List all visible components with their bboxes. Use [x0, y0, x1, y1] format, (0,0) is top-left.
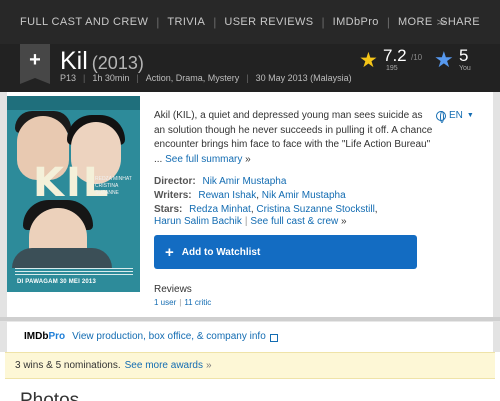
page-title: Kil (2013)	[60, 47, 144, 76]
user-reviews-link[interactable]: 1 user	[154, 298, 176, 307]
credits-divider: |	[244, 216, 248, 227]
imdbpro-logo: IMDbPro	[24, 331, 65, 342]
nav-user-reviews[interactable]: USER REVIEWS	[224, 16, 313, 28]
language-label: EN	[449, 110, 463, 121]
reviews-section: Reviews 1 user | 11 critic	[154, 284, 211, 307]
raquo: »	[206, 360, 212, 371]
ribbon-notch	[20, 78, 50, 84]
star-link[interactable]: Cristina Suzanne Stockstill	[256, 204, 374, 215]
nav-imdbpro[interactable]: IMDbPro	[333, 16, 379, 28]
nav-full-cast[interactable]: FULL CAST AND CREW	[20, 16, 148, 28]
imdbpro-logo-a: IMDb	[24, 331, 49, 342]
meta-divider: |	[136, 73, 139, 83]
user-star-icon: ★	[434, 47, 454, 72]
poster-figure	[12, 248, 112, 268]
certificate: P13	[60, 73, 77, 83]
page-edge	[0, 92, 7, 352]
writers-label: Writers:	[154, 190, 192, 201]
imdbpro-logo-b: Pro	[48, 331, 66, 342]
reviews-heading: Reviews	[154, 284, 192, 295]
imdbpro-link[interactable]: View production, box office, & company i…	[72, 331, 266, 342]
rating-votes: 195	[386, 65, 398, 72]
poster-cast-names: REDZA MINHAT CRISTINA SUZANNE	[95, 176, 132, 196]
star-link[interactable]: Redza Minhat	[189, 204, 251, 215]
meta-divider: |	[83, 73, 86, 83]
critic-reviews-link[interactable]: 11 critic	[184, 298, 211, 307]
director-label: Director:	[154, 176, 196, 187]
star-link[interactable]: Harun Salim Bachik	[154, 216, 242, 227]
plot-summary: Akil (KIL), a quiet and depressed young …	[154, 109, 436, 167]
genres[interactable]: Action, Drama, Mystery	[146, 73, 240, 83]
raquo: »	[245, 153, 251, 165]
stars-label: Stars:	[154, 204, 183, 215]
external-link-icon	[269, 333, 278, 342]
see-full-summary-link[interactable]: See full summary	[165, 154, 242, 165]
add-to-watchlist-button[interactable]: + Add to Watchlist	[154, 235, 417, 269]
poster-release-text: DI PAWAGAM 30 MEI 2013	[17, 279, 96, 285]
director-link[interactable]: Nik Amir Mustapha	[202, 176, 286, 187]
title-bar: + Kil (2013) P13 | 1h 30min | Action, Dra…	[0, 44, 500, 92]
stars-row-continued: Harun Salim Bachik | See full cast & crew …	[154, 216, 347, 227]
globe-icon	[436, 110, 446, 123]
add-to-watchlist-ribbon[interactable]: +	[20, 44, 50, 84]
imdb-rating[interactable]: ★ 7.2 /10 195	[359, 46, 429, 76]
nav-divider: |	[386, 15, 390, 29]
star-icon: ★	[359, 49, 378, 72]
writer-link[interactable]: Nik Amir Mustapha	[262, 190, 346, 201]
director-row: Director: Nik Amir Mustapha	[154, 176, 286, 187]
user-rating[interactable]: ★ 5 You	[434, 46, 484, 76]
nav-divider: |	[156, 15, 160, 29]
imdbpro-row: IMDbPro View production, box office, & c…	[7, 321, 493, 351]
watchlist-label: Add to Watchlist	[181, 246, 261, 258]
stars-row: Stars: Redza Minhat, Cristina Suzanne St…	[154, 204, 378, 215]
writer-link[interactable]: Rewan Ishak	[198, 190, 256, 201]
see-full-cast-link[interactable]: See full cast & crew	[250, 216, 338, 227]
meta-divider: |	[246, 73, 249, 83]
share-button[interactable]: SHARE	[440, 16, 480, 28]
nav-trivia[interactable]: TRIVIA	[167, 16, 205, 28]
release-date[interactable]: 30 May 2013 (Malaysia)	[256, 73, 352, 83]
movie-title: Kil	[60, 47, 88, 75]
reviews-divider: |	[179, 298, 182, 307]
title-meta: P13 | 1h 30min | Action, Drama, Mystery …	[60, 73, 352, 83]
plus-icon: +	[29, 49, 41, 71]
language-selector[interactable]: EN ▼	[436, 110, 474, 123]
nav-divider: |	[213, 15, 217, 29]
plus-icon: +	[165, 243, 174, 261]
photos-heading: Photos	[20, 390, 80, 401]
writers-row: Writers: Rewan Ishak, Nik Amir Mustapha	[154, 190, 346, 201]
poster-header-strip	[7, 96, 140, 110]
raquo: »	[341, 216, 347, 227]
awards-text: 3 wins & 5 nominations.	[15, 360, 121, 371]
review-counts: 1 user | 11 critic	[154, 298, 211, 307]
caret-down-icon: ▼	[466, 112, 474, 119]
page-edge	[493, 92, 500, 352]
user-rating-value: 5	[459, 46, 469, 65]
nav-more-label: MORE	[397, 16, 433, 28]
awards-bar: 3 wins & 5 nominations. See more awards …	[5, 352, 495, 379]
user-rating-label: You	[459, 65, 471, 72]
poster-credits-block	[15, 268, 133, 276]
rating-score: 7.2	[383, 46, 407, 65]
rating-scale: /10	[411, 53, 423, 62]
overview-panel: KIL REDZA MINHAT CRISTINA SUZANNE DI PAW…	[7, 92, 493, 322]
nav-divider: |	[321, 15, 325, 29]
movie-year[interactable]: (2013)	[92, 53, 144, 73]
runtime: 1h 30min	[92, 73, 130, 83]
top-nav: FULL CAST AND CREW | TRIVIA | USER REVIE…	[0, 0, 500, 44]
see-more-awards-link[interactable]: See more awards	[125, 360, 203, 371]
poster-image[interactable]: KIL REDZA MINHAT CRISTINA SUZANNE DI PAW…	[7, 96, 140, 292]
